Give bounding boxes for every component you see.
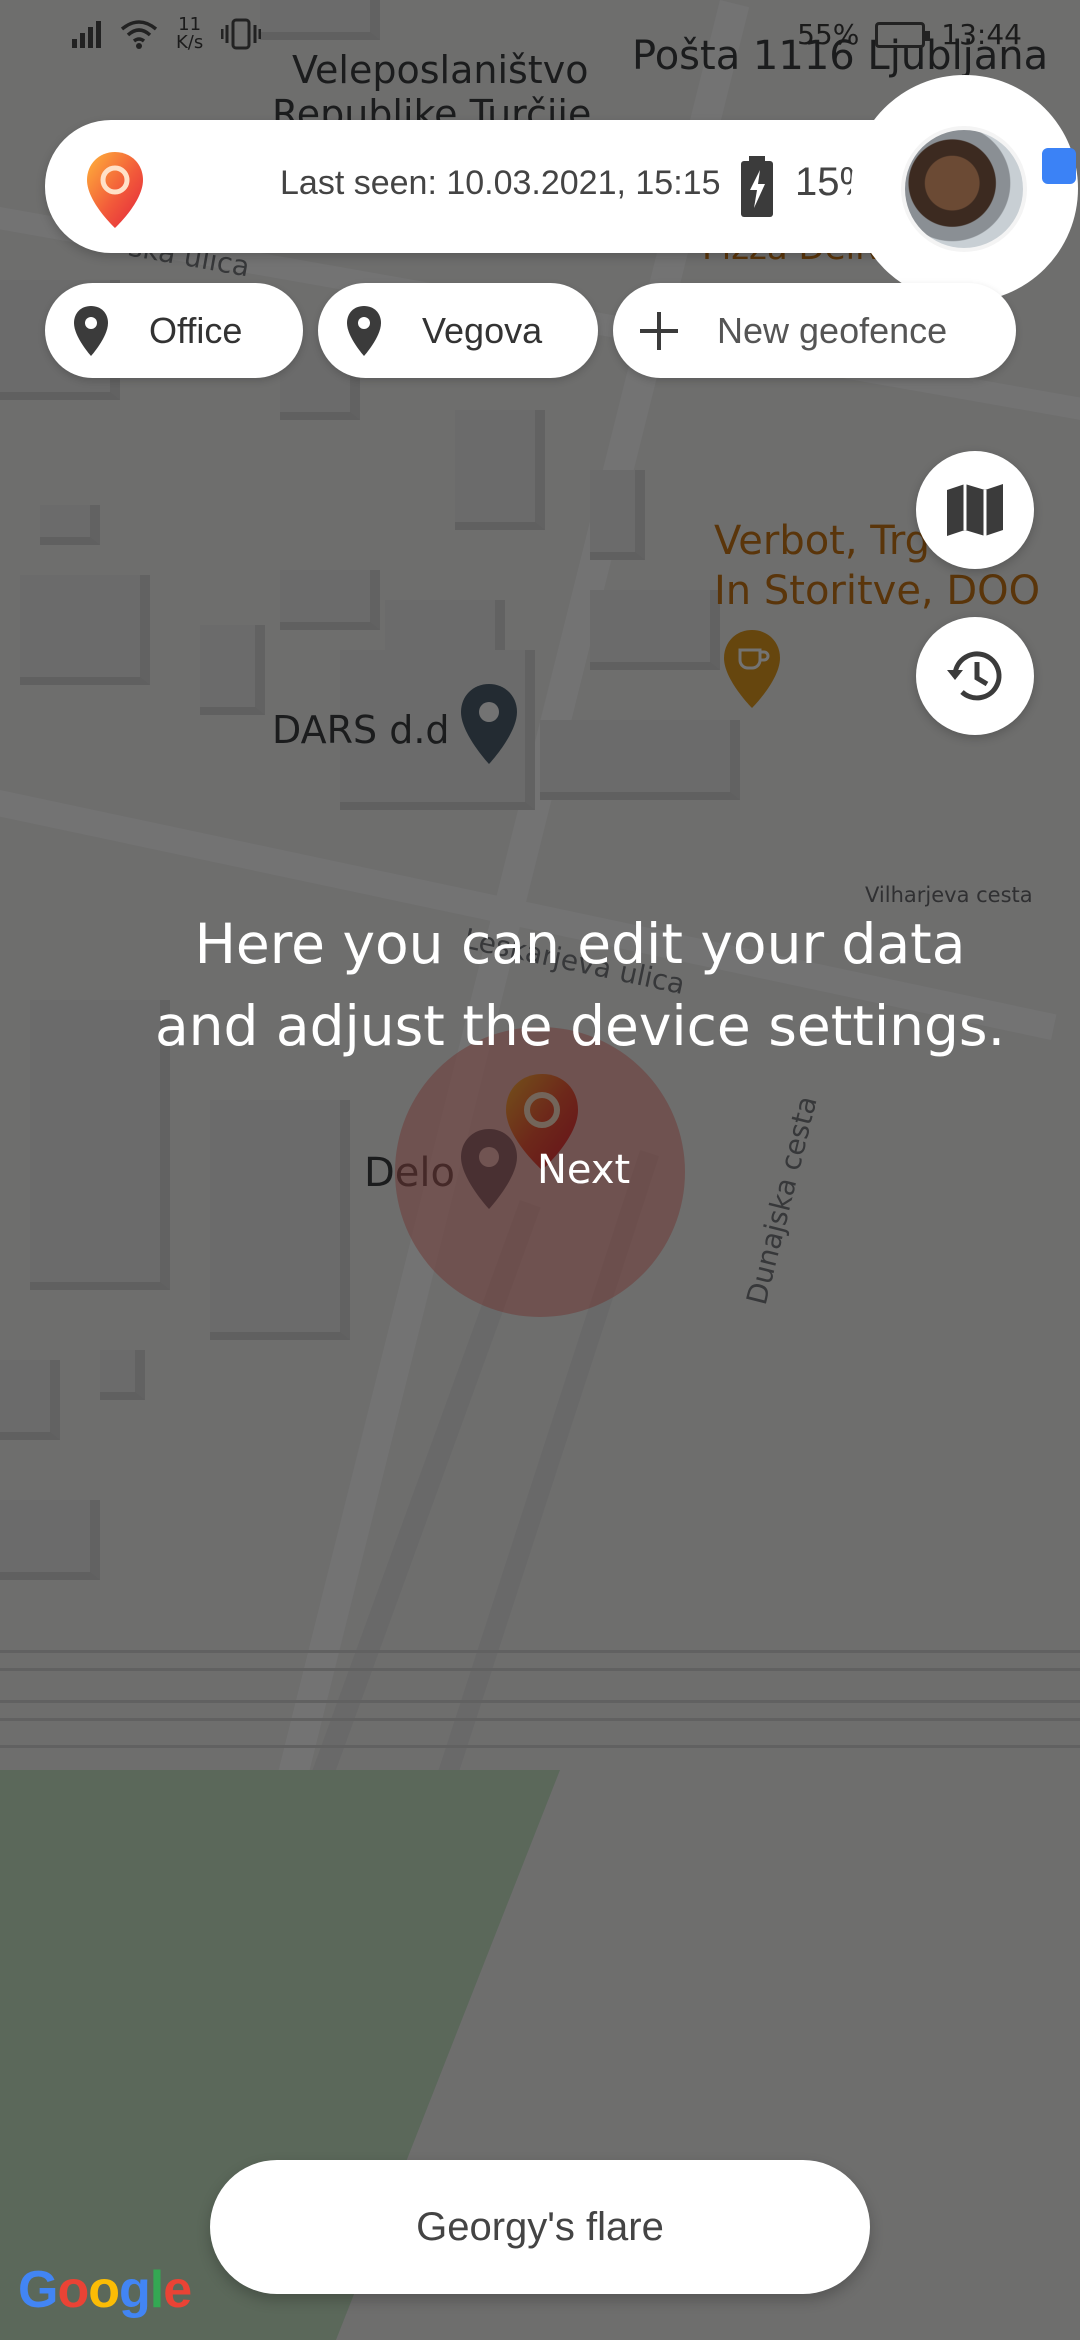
signal-icon (72, 21, 101, 48)
map-type-button[interactable] (916, 451, 1034, 569)
avatar[interactable] (905, 130, 1023, 248)
new-geofence-label: New geofence (717, 309, 948, 351)
history-icon (947, 651, 1002, 701)
battery-percent: 55% (797, 18, 860, 51)
map-label-verbot: Verbot, Trgc (714, 518, 952, 564)
place-pin-icon (342, 303, 386, 359)
flare-name-label: Georgy's flare (416, 2204, 664, 2249)
cafe-pin-icon[interactable] (720, 628, 784, 712)
vibrate-icon (221, 18, 262, 50)
tutorial-line-1: Here you can edit your data (194, 912, 966, 976)
wifi-icon (120, 20, 158, 49)
last-seen-text: Last seen: 10.03.2021, 15:15 (280, 164, 721, 202)
history-button[interactable] (916, 617, 1034, 735)
tutorial-line-2: and adjust the device settings. (154, 994, 1006, 1058)
google-logo: Google (18, 2261, 192, 2319)
plus-icon (637, 303, 681, 359)
map-label-dunajska: Dunajska cesta (740, 1092, 824, 1308)
map-icon (947, 484, 1003, 536)
geofence-chip-label: Vegova (422, 309, 543, 351)
clock: 13:44 (941, 18, 1022, 51)
geofence-chip-office[interactable]: Office (45, 283, 303, 378)
geofence-chip-vegova[interactable]: Vegova (318, 283, 598, 378)
netspeed-unit: K/s (176, 32, 204, 53)
status-bar: 11 K/s 55% 13:44 (0, 0, 1080, 72)
bus-icon (1042, 148, 1076, 184)
map-label-dars: DARS d.d (272, 708, 450, 752)
geofence-chip-label: Office (149, 309, 243, 351)
flare-name-bar[interactable]: Georgy's flare (210, 2160, 870, 2294)
place-pin-icon (69, 303, 113, 359)
netspeed-readout: 11 K/s (176, 16, 203, 52)
new-geofence-button[interactable]: New geofence (613, 283, 1016, 378)
logo-pin-icon (87, 152, 143, 228)
map-pin-icon[interactable] (458, 682, 520, 768)
battery-icon (875, 21, 931, 48)
tutorial-next-button[interactable]: Next (537, 1147, 630, 1193)
battery-charging-icon (741, 156, 773, 217)
map-label-verbot-2: In Storitve, DOO (714, 568, 1041, 614)
tutorial-message: Here you can edit your data and adjust t… (0, 903, 1080, 1067)
